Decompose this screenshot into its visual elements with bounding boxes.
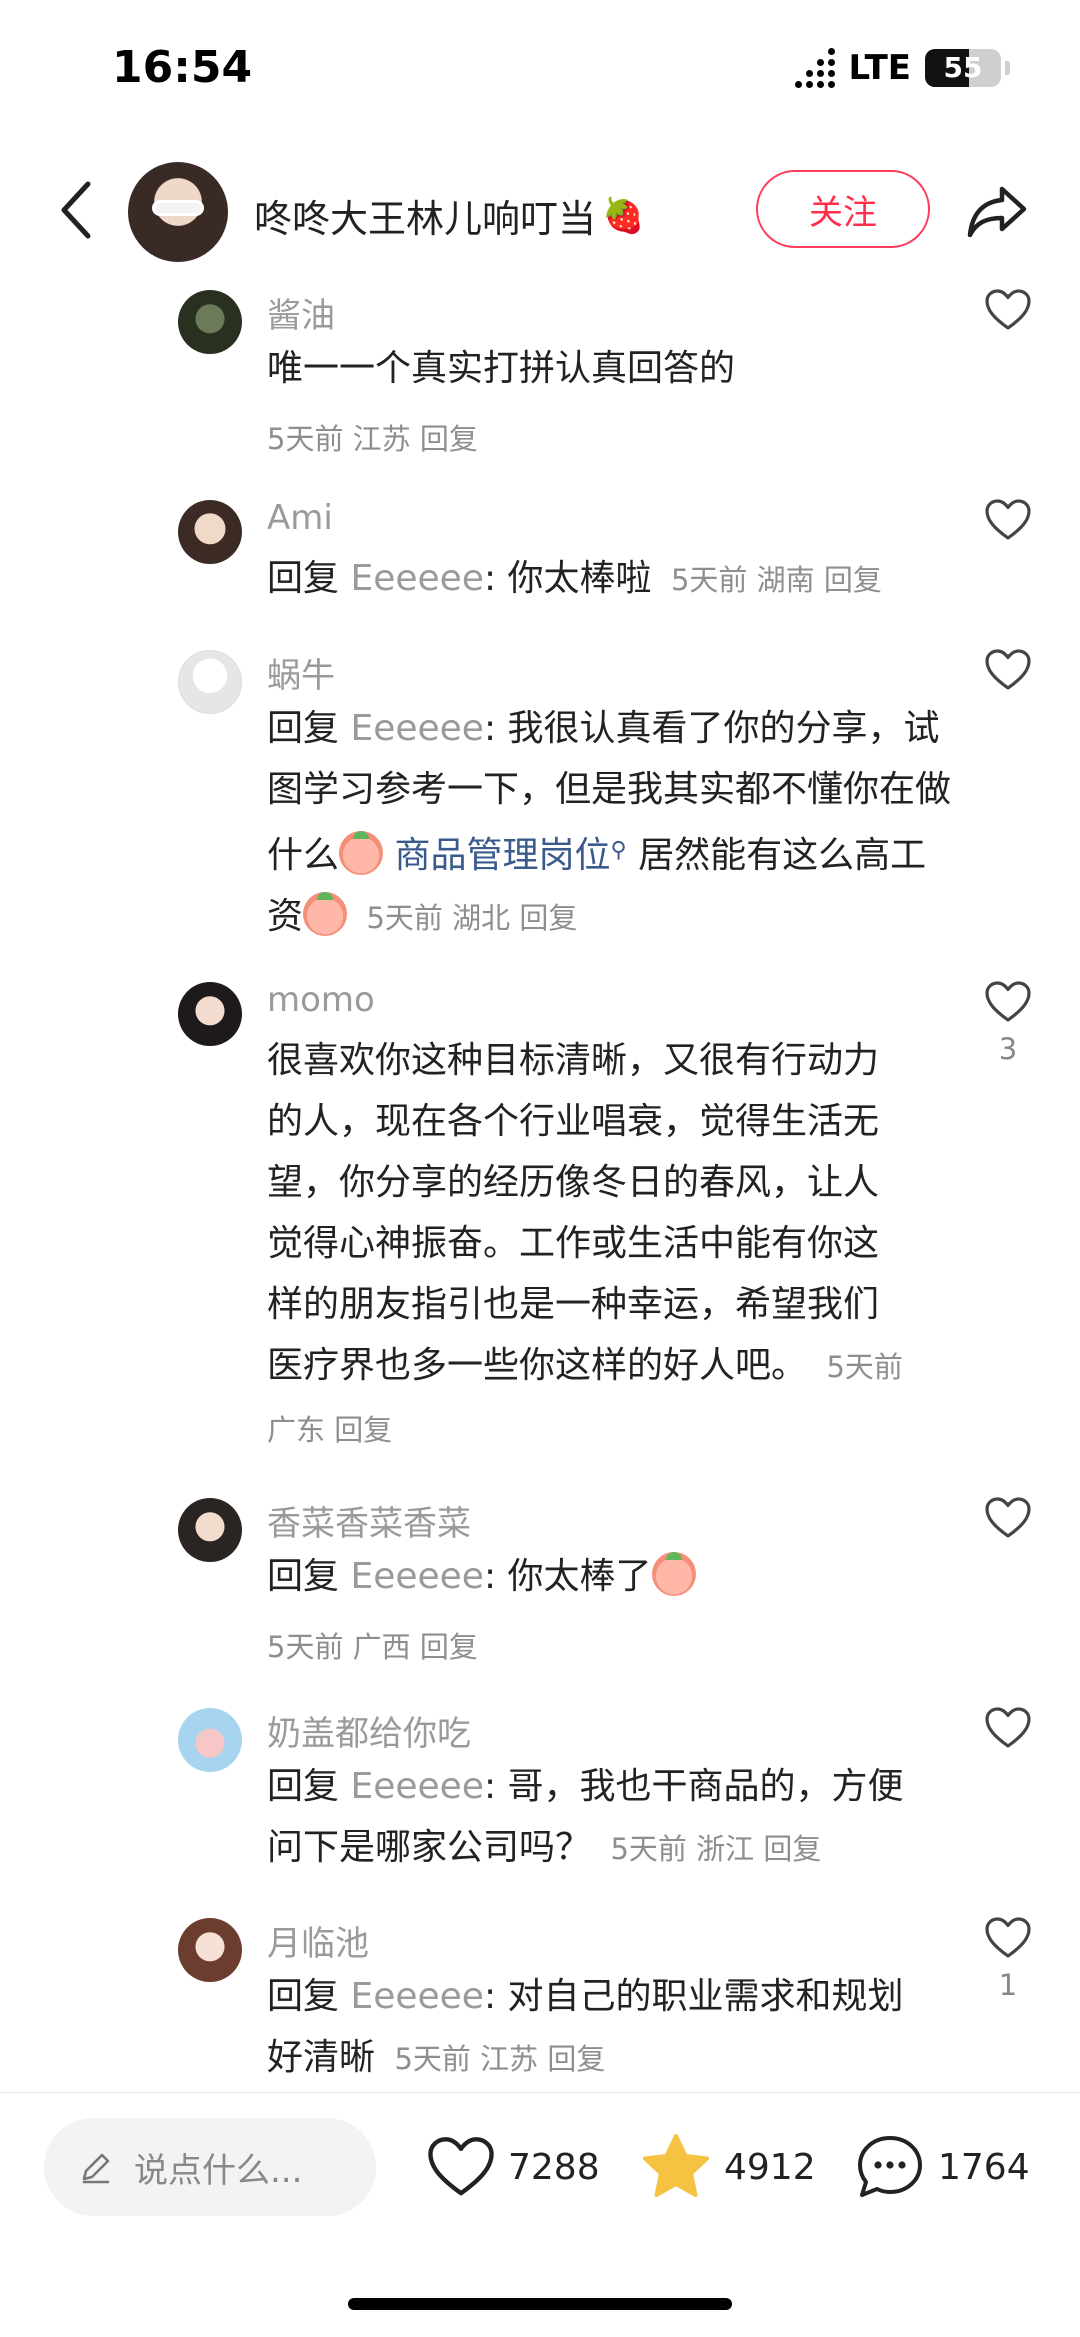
- comment-meta[interactable]: 5天前 江苏 回复: [267, 416, 478, 458]
- bottom-divider: [0, 2092, 1080, 2093]
- comment-stat-button[interactable]: 1764: [854, 2118, 1030, 2216]
- comment-input[interactable]: 说点什么...: [44, 2118, 376, 2216]
- like-count: 1: [998, 1968, 1018, 2002]
- search-icon: ⚲: [610, 838, 627, 863]
- comment-meta[interactable]: 5天前 浙江 回复: [610, 1832, 821, 1866]
- reply-to-name[interactable]: Eeeeee: [350, 1556, 484, 1597]
- comment-text: 回复 Eeeeee: 你太棒了: [267, 1546, 907, 1607]
- network-label: LTE: [848, 48, 911, 88]
- commenter-avatar[interactable]: [178, 1708, 242, 1772]
- comment-input-placeholder: 说点什么...: [134, 2150, 303, 2191]
- favorite-stat-button[interactable]: 4912: [640, 2118, 816, 2216]
- back-button[interactable]: [46, 180, 106, 240]
- battery-nub: [1005, 61, 1010, 75]
- crying-emoji: [339, 831, 384, 875]
- battery-level: 55: [943, 51, 983, 84]
- comment-content: : 你太棒了: [483, 1556, 652, 1597]
- heart-icon: [985, 649, 1031, 690]
- status-bar: 16:54 LTE 55: [0, 0, 1080, 140]
- heart-icon: [985, 1497, 1031, 1538]
- comment-meta[interactable]: 5天前 湖南 回复: [671, 563, 882, 597]
- star-icon: [643, 2134, 709, 2197]
- reply-prefix: 回复: [267, 1766, 351, 1807]
- author-name[interactable]: 咚咚大王林儿响叮当 🍓: [254, 188, 644, 243]
- commenter-name[interactable]: 奶盖都给你吃: [267, 1706, 471, 1755]
- reply-to-name[interactable]: Eeeeee: [350, 708, 484, 749]
- like-button[interactable]: [980, 288, 1036, 340]
- commenter-avatar[interactable]: [178, 650, 242, 714]
- share-button[interactable]: [962, 176, 1032, 246]
- commenter-name[interactable]: 酱油: [267, 288, 335, 337]
- commenter-avatar[interactable]: [178, 1918, 242, 1982]
- note-header: 咚咚大王林儿响叮当 🍓 关注: [0, 150, 1080, 270]
- comment-count-total: 1764: [938, 2146, 1030, 2188]
- heart-icon: [985, 1917, 1031, 1958]
- comment-text: 唯一一个真实打拼认真回答的: [267, 338, 907, 399]
- follow-button[interactable]: 关注: [756, 170, 930, 248]
- like-button[interactable]: 3: [980, 980, 1036, 1066]
- commenter-avatar[interactable]: [178, 1498, 242, 1562]
- heart-icon: [428, 2137, 494, 2196]
- comment-content: 很喜欢你这种目标清晰，又很有行动力的人，现在各个行业唱衰，觉得生活无望，你分享的…: [267, 1040, 880, 1386]
- reply-to-name[interactable]: Eeeeee: [350, 1976, 484, 2017]
- reply-to-name[interactable]: Eeeeee: [350, 1766, 484, 1807]
- comment-text: 回复 Eeeeee: 对自己的职业需求和规划好清晰 5天前 江苏 回复: [267, 1966, 927, 2090]
- favorite-count-total: 4912: [724, 2146, 816, 2188]
- reply-prefix: 回复: [267, 558, 351, 599]
- heart-icon: [985, 499, 1031, 540]
- heart-icon: [985, 1707, 1031, 1748]
- like-button[interactable]: [980, 498, 1036, 550]
- like-button[interactable]: 1: [980, 1916, 1036, 2002]
- comment-content: : 你太棒啦: [483, 558, 652, 599]
- crying-emoji: [303, 892, 348, 936]
- commenter-name[interactable]: 月临池: [267, 1916, 369, 1965]
- comment-meta[interactable]: 5天前 湖北 回复: [366, 901, 577, 935]
- like-count-total: 7288: [508, 2146, 600, 2188]
- status-time: 16:54: [112, 42, 253, 93]
- commenter-name[interactable]: Ami: [267, 498, 333, 538]
- topic-link[interactable]: 商品管理岗位: [394, 835, 610, 876]
- like-button[interactable]: [980, 1706, 1036, 1758]
- angry-emoji: [651, 1552, 696, 1596]
- author-avatar[interactable]: [128, 162, 228, 262]
- strawberry-emoji: 🍓: [602, 195, 645, 236]
- pencil-icon: [82, 2153, 110, 2184]
- comment-bubble-icon: [858, 2136, 922, 2197]
- reply-prefix: 回复: [267, 1556, 351, 1597]
- commenter-avatar[interactable]: [178, 290, 242, 354]
- reply-prefix: 回复: [267, 708, 351, 749]
- comment-text: 回复 Eeeeee: 我很认真看了你的分享，试图学习参考一下，但是我其实都不懂你…: [267, 698, 957, 949]
- like-count: 3: [998, 1032, 1018, 1066]
- signal-icon: [794, 48, 835, 88]
- comment-content: 唯一一个真实打拼认真回答的: [267, 348, 736, 389]
- commenter-avatar[interactable]: [178, 500, 242, 564]
- like-button[interactable]: [980, 648, 1036, 700]
- comment-text: 回复 Eeeeee: 哥，我也干商品的，方便问下是哪家公司吗？ 5天前 浙江 回…: [267, 1756, 927, 1880]
- commenter-name[interactable]: 香菜香菜香菜: [267, 1496, 471, 1545]
- commenter-name[interactable]: momo: [267, 980, 375, 1020]
- like-stat-button[interactable]: 7288: [426, 2118, 600, 2216]
- chevron-left-icon: [61, 181, 91, 239]
- commenter-name[interactable]: 蜗牛: [267, 648, 335, 697]
- reply-to-name[interactable]: Eeeeee: [350, 558, 484, 599]
- author-name-text: 咚咚大王林儿响叮当: [254, 197, 597, 241]
- home-indicator[interactable]: [348, 2298, 732, 2310]
- comment-meta[interactable]: 5天前 江苏 回复: [394, 2042, 605, 2076]
- heart-icon: [985, 981, 1031, 1022]
- comment-text: 很喜欢你这种目标清晰，又很有行动力的人，现在各个行业唱衰，觉得生活无望，你分享的…: [267, 1030, 907, 1461]
- reply-prefix: 回复: [267, 1976, 351, 2017]
- status-icons: LTE 55: [794, 48, 1010, 88]
- battery-icon: 55: [925, 49, 1001, 87]
- comment-text: 回复 Eeeeee: 你太棒啦 5天前 湖南 回复: [267, 548, 987, 611]
- heart-icon: [985, 289, 1031, 330]
- like-button[interactable]: [980, 1496, 1036, 1548]
- share-icon: [967, 186, 1027, 238]
- comment-meta[interactable]: 5天前 广西 回复: [267, 1624, 478, 1666]
- commenter-avatar[interactable]: [178, 982, 242, 1046]
- bottom-action-bar: 说点什么... 7288 4912 1764: [0, 2118, 1080, 2218]
